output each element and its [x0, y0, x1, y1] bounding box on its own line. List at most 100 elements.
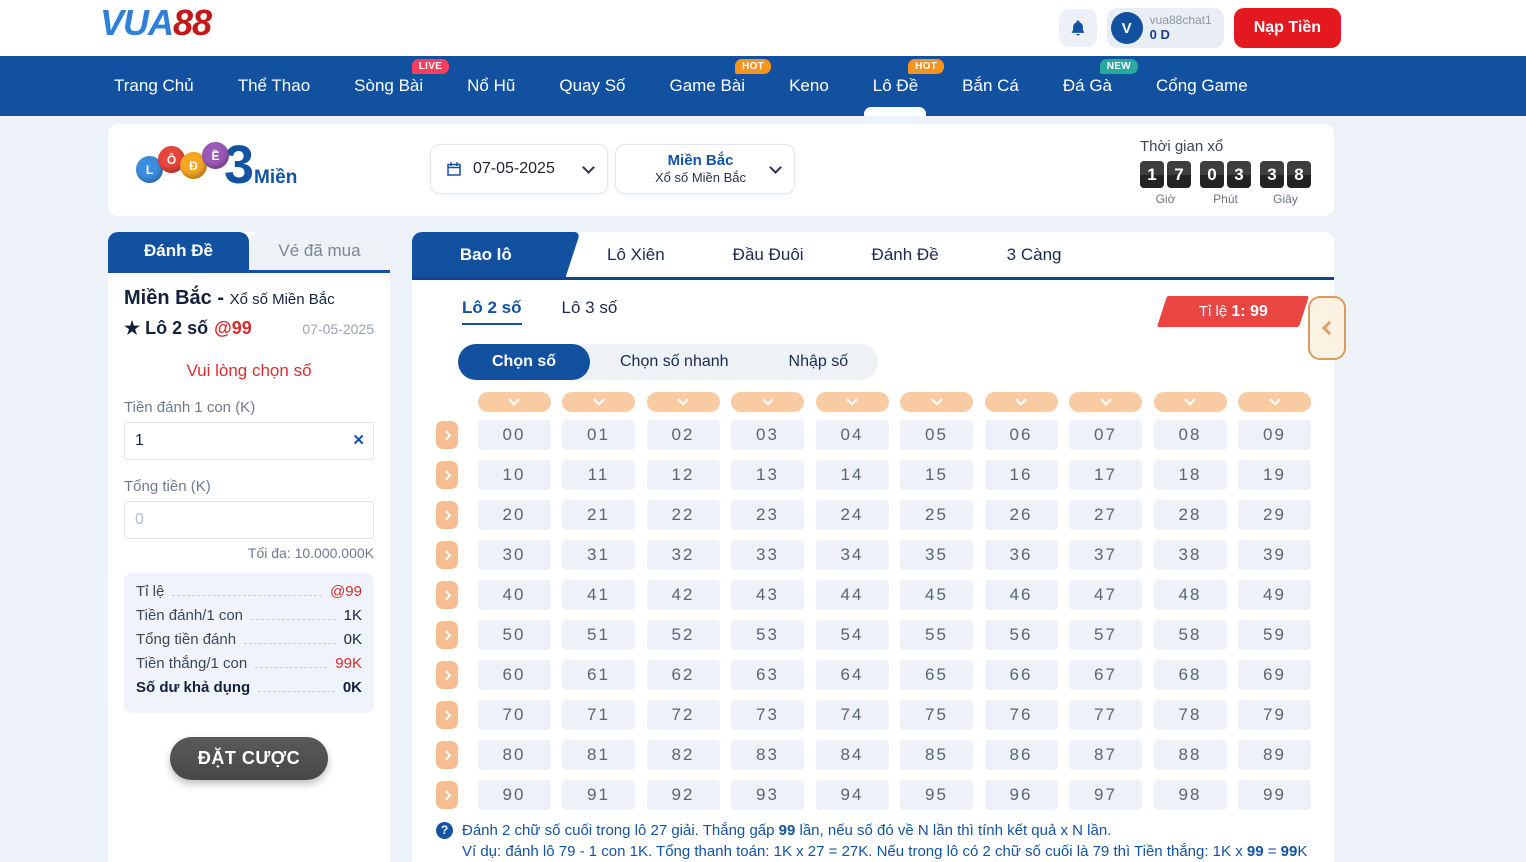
number-cell-78[interactable]: 78: [1154, 700, 1227, 730]
collapse-panel-button[interactable]: [1308, 296, 1346, 360]
column-select-9[interactable]: [1238, 392, 1311, 412]
nav-item-cong-game[interactable]: Cổng Game: [1134, 56, 1270, 116]
site-logo[interactable]: VUA88: [100, 2, 211, 44]
number-cell-74[interactable]: 74: [816, 700, 889, 730]
clear-amount-icon[interactable]: ✕: [352, 431, 365, 449]
number-cell-94[interactable]: 94: [816, 780, 889, 810]
number-cell-30[interactable]: 30: [478, 540, 551, 570]
number-cell-57[interactable]: 57: [1069, 620, 1142, 650]
number-cell-62[interactable]: 62: [647, 660, 720, 690]
column-select-0[interactable]: [478, 392, 551, 412]
column-select-5[interactable]: [900, 392, 973, 412]
number-cell-15[interactable]: 15: [900, 460, 973, 490]
total-input[interactable]: [124, 501, 374, 539]
number-cell-43[interactable]: 43: [731, 580, 804, 610]
number-cell-83[interactable]: 83: [731, 740, 804, 770]
number-cell-97[interactable]: 97: [1069, 780, 1142, 810]
row-select-6[interactable]: [436, 661, 458, 689]
number-cell-71[interactable]: 71: [562, 700, 635, 730]
number-cell-65[interactable]: 65: [900, 660, 973, 690]
nav-item-song-bai[interactable]: Sòng BàiLIVE: [332, 56, 445, 116]
number-cell-28[interactable]: 28: [1154, 500, 1227, 530]
number-cell-33[interactable]: 33: [731, 540, 804, 570]
number-cell-80[interactable]: 80: [478, 740, 551, 770]
nav-item-ban-ca[interactable]: Bắn Cá: [940, 56, 1041, 116]
nav-item-quay-so[interactable]: Quay Số: [537, 56, 647, 116]
row-select-9[interactable]: [436, 781, 458, 809]
nav-item-da-ga[interactable]: Đá GàNEW: [1041, 56, 1134, 116]
tab-lo-xien[interactable]: Lô Xiên: [573, 232, 699, 277]
column-select-3[interactable]: [731, 392, 804, 412]
number-cell-39[interactable]: 39: [1238, 540, 1311, 570]
number-cell-67[interactable]: 67: [1069, 660, 1142, 690]
number-cell-03[interactable]: 03: [731, 420, 804, 450]
number-cell-54[interactable]: 54: [816, 620, 889, 650]
number-cell-09[interactable]: 09: [1238, 420, 1311, 450]
number-cell-70[interactable]: 70: [478, 700, 551, 730]
notifications-button[interactable]: [1059, 9, 1097, 47]
pill-chon-so-nhanh[interactable]: Chọn số nhanh: [590, 344, 759, 380]
number-cell-31[interactable]: 31: [562, 540, 635, 570]
number-cell-04[interactable]: 04: [816, 420, 889, 450]
nav-item-no-hu[interactable]: Nổ Hũ: [445, 56, 537, 116]
number-cell-45[interactable]: 45: [900, 580, 973, 610]
subtab-lo-2-so[interactable]: Lô 2 số: [462, 298, 522, 325]
amount-input[interactable]: [124, 422, 374, 460]
number-cell-22[interactable]: 22: [647, 500, 720, 530]
number-cell-63[interactable]: 63: [731, 660, 804, 690]
number-cell-52[interactable]: 52: [647, 620, 720, 650]
tab-bao-lo[interactable]: Bao lô: [412, 232, 580, 277]
number-cell-92[interactable]: 92: [647, 780, 720, 810]
number-cell-24[interactable]: 24: [816, 500, 889, 530]
pill-chon-so[interactable]: Chọn số: [458, 344, 590, 380]
number-cell-19[interactable]: 19: [1238, 460, 1311, 490]
number-cell-37[interactable]: 37: [1069, 540, 1142, 570]
number-cell-90[interactable]: 90: [478, 780, 551, 810]
number-cell-95[interactable]: 95: [900, 780, 973, 810]
number-cell-12[interactable]: 12: [647, 460, 720, 490]
number-cell-26[interactable]: 26: [985, 500, 1058, 530]
number-cell-00[interactable]: 00: [478, 420, 551, 450]
number-cell-42[interactable]: 42: [647, 580, 720, 610]
number-cell-64[interactable]: 64: [816, 660, 889, 690]
number-cell-51[interactable]: 51: [562, 620, 635, 650]
column-select-8[interactable]: [1154, 392, 1227, 412]
place-bet-button[interactable]: ĐẶT CƯỢC: [170, 737, 328, 780]
user-account-chip[interactable]: V vua88chat1 0 D: [1107, 8, 1224, 48]
number-cell-87[interactable]: 87: [1069, 740, 1142, 770]
number-cell-85[interactable]: 85: [900, 740, 973, 770]
row-select-3[interactable]: [436, 541, 458, 569]
number-cell-34[interactable]: 34: [816, 540, 889, 570]
number-cell-11[interactable]: 11: [562, 460, 635, 490]
number-cell-56[interactable]: 56: [985, 620, 1058, 650]
sidebar-tab-ve-da-mua[interactable]: Vé đã mua: [249, 232, 390, 270]
nav-item-trang-chu[interactable]: Trang Chủ: [92, 56, 216, 116]
row-select-1[interactable]: [436, 461, 458, 489]
number-cell-40[interactable]: 40: [478, 580, 551, 610]
column-select-7[interactable]: [1069, 392, 1142, 412]
number-cell-73[interactable]: 73: [731, 700, 804, 730]
number-cell-82[interactable]: 82: [647, 740, 720, 770]
pill-nhap-so[interactable]: Nhập số: [759, 344, 879, 380]
row-select-4[interactable]: [436, 581, 458, 609]
number-cell-79[interactable]: 79: [1238, 700, 1311, 730]
number-cell-96[interactable]: 96: [985, 780, 1058, 810]
number-cell-20[interactable]: 20: [478, 500, 551, 530]
column-select-6[interactable]: [985, 392, 1058, 412]
number-cell-49[interactable]: 49: [1238, 580, 1311, 610]
row-select-2[interactable]: [436, 501, 458, 529]
date-select[interactable]: 07-05-2025: [430, 144, 608, 194]
number-cell-50[interactable]: 50: [478, 620, 551, 650]
number-cell-32[interactable]: 32: [647, 540, 720, 570]
number-cell-59[interactable]: 59: [1238, 620, 1311, 650]
number-cell-72[interactable]: 72: [647, 700, 720, 730]
row-select-7[interactable]: [436, 701, 458, 729]
number-cell-89[interactable]: 89: [1238, 740, 1311, 770]
number-cell-91[interactable]: 91: [562, 780, 635, 810]
number-cell-98[interactable]: 98: [1154, 780, 1227, 810]
number-cell-61[interactable]: 61: [562, 660, 635, 690]
number-cell-38[interactable]: 38: [1154, 540, 1227, 570]
number-cell-58[interactable]: 58: [1154, 620, 1227, 650]
subtab-lo-3-so[interactable]: Lô 3 số: [562, 298, 618, 325]
column-select-4[interactable]: [816, 392, 889, 412]
